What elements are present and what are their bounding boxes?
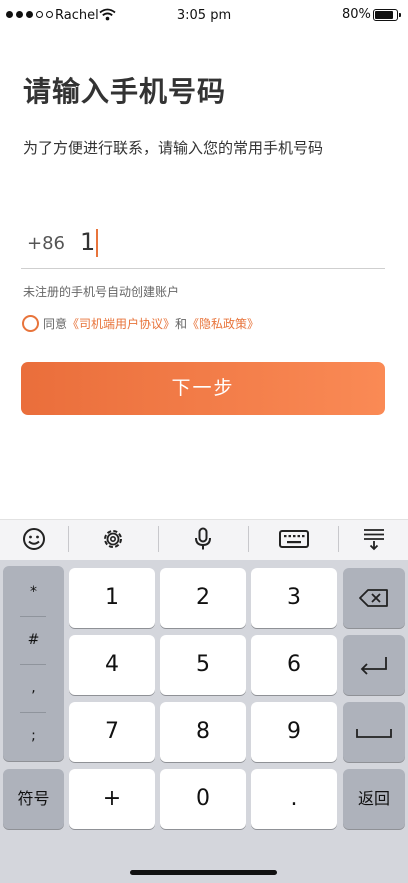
key-2[interactable]: 2 <box>160 568 246 628</box>
return-arrow-icon <box>360 657 387 675</box>
toolbar-divider <box>68 526 69 552</box>
symbol-key[interactable]: # <box>3 632 64 648</box>
battery-percent: 80% <box>342 7 371 22</box>
back-key[interactable]: 返回 <box>343 769 405 829</box>
agree-and: 和 <box>175 317 188 331</box>
symbol-key[interactable]: * <box>3 584 64 600</box>
gear-icon[interactable] <box>100 527 126 551</box>
text-cursor <box>96 229 98 257</box>
agreement-text: 同意《司机端用户协议》和《隐私政策》 <box>43 315 259 332</box>
battery-icon <box>373 9 401 21</box>
backspace-icon <box>359 589 388 607</box>
country-code[interactable]: +86 <box>27 233 65 254</box>
key-4[interactable]: 4 <box>69 635 155 695</box>
phone-input-underline <box>21 268 385 269</box>
symbol-divider <box>20 616 46 617</box>
privacy-policy-link[interactable]: 《隐私政策》 <box>187 317 259 331</box>
key-0[interactable]: 0 <box>160 769 246 829</box>
symbol-key[interactable]: , <box>3 680 64 696</box>
page-title: 请输入手机号码 <box>23 75 227 108</box>
key-1[interactable]: 1 <box>69 568 155 628</box>
agree-radio[interactable] <box>22 315 39 332</box>
symbol-key[interactable]: ; <box>3 728 64 744</box>
enter-key[interactable] <box>343 635 405 695</box>
hide-keyboard-icon[interactable] <box>361 527 387 551</box>
symbol-divider <box>20 664 46 665</box>
key-8[interactable]: 8 <box>160 702 246 762</box>
phone-input[interactable]: 1 <box>80 228 95 256</box>
page-subtitle: 为了方便进行联系，请输入您的常用手机号码 <box>23 139 324 157</box>
toolbar-divider <box>248 526 249 552</box>
home-indicator[interactable] <box>130 870 277 875</box>
keyboard-icon[interactable] <box>279 527 309 551</box>
toolbar-divider <box>158 526 159 552</box>
symbols-key[interactable]: 符号 <box>3 769 64 829</box>
key-6[interactable]: 6 <box>251 635 337 695</box>
auto-register-hint: 未注册的手机号自动创建账户 <box>23 285 180 299</box>
delete-key[interactable] <box>343 568 405 628</box>
status-bar: Rachel 3:05 pm 80% <box>0 0 408 32</box>
key-9[interactable]: 9 <box>251 702 337 762</box>
emoji-icon[interactable] <box>21 527 47 551</box>
space-bar-icon <box>356 729 392 738</box>
key-dot[interactable]: . <box>251 769 337 829</box>
key-plus[interactable]: + <box>69 769 155 829</box>
key-3[interactable]: 3 <box>251 568 337 628</box>
agree-prefix: 同意 <box>43 317 68 331</box>
key-5[interactable]: 5 <box>160 635 246 695</box>
key-7[interactable]: 7 <box>69 702 155 762</box>
symbol-divider <box>20 712 46 713</box>
next-step-button[interactable]: 下一步 <box>21 362 385 415</box>
space-key[interactable] <box>343 702 405 762</box>
microphone-icon[interactable] <box>190 527 216 551</box>
toolbar-divider <box>338 526 339 552</box>
driver-agreement-link[interactable]: 《司机端用户协议》 <box>67 317 175 331</box>
